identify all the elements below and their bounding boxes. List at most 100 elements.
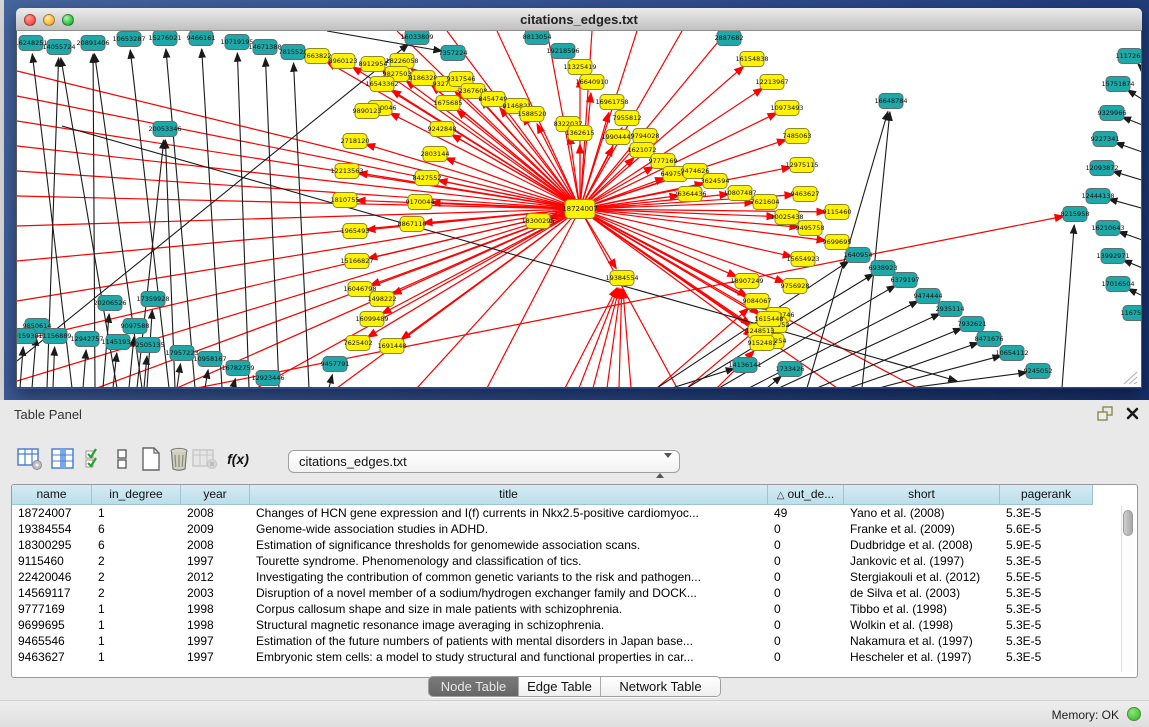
graph-node-14671388[interactable]: 14671388 bbox=[248, 40, 281, 55]
graph-node-8427552[interactable]: 8427552 bbox=[413, 171, 442, 186]
table-row[interactable]: 1872400712008Changes of HCN gene express… bbox=[12, 505, 1093, 521]
graph-node-1675685[interactable]: 1675685 bbox=[434, 96, 463, 111]
graph-node-19218596[interactable]: 19218596 bbox=[546, 44, 579, 59]
graph-node-2718120[interactable]: 2718120 bbox=[341, 134, 370, 149]
graph-node-11156889[interactable]: 11156889 bbox=[38, 329, 71, 344]
graph-node-18724007[interactable]: 18724007 bbox=[562, 200, 598, 219]
table-body[interactable]: 1872400712008Changes of HCN gene express… bbox=[12, 505, 1093, 665]
graph-node-9756928[interactable]: 9756928 bbox=[781, 279, 810, 294]
graph-node-1691448[interactable]: 1691448 bbox=[378, 339, 407, 354]
graph-node-9115460[interactable]: 9115460 bbox=[823, 205, 852, 220]
tab-network-table[interactable]: Network Table bbox=[601, 677, 720, 696]
graph-node-7625402[interactable]: 7625402 bbox=[344, 336, 373, 351]
graph-node-8960123[interactable]: 8960123 bbox=[329, 54, 358, 69]
graph-node-11325419[interactable]: 11325419 bbox=[563, 60, 596, 75]
graph-node-1640954[interactable]: 1640954 bbox=[844, 248, 873, 263]
table-row[interactable]: 1456911722003Disruption of a novel membe… bbox=[12, 585, 1093, 601]
graph-node-3624594[interactable]: 3624594 bbox=[701, 174, 730, 189]
function-builder-icon[interactable]: f(x) bbox=[224, 446, 252, 472]
graph-node-1810755[interactable]: 1810755 bbox=[331, 193, 360, 208]
graph-node-1167534[interactable]: 1167534 bbox=[1121, 306, 1141, 321]
graph-node-15166827[interactable]: 15166827 bbox=[340, 254, 373, 269]
table-row[interactable]: 911546021997Tourette syndrome. Phenomeno… bbox=[12, 553, 1093, 569]
graph-node-16033809[interactable]: 16033809 bbox=[400, 31, 433, 45]
graph-node-7932621[interactable]: 7932621 bbox=[958, 317, 987, 332]
graph-node-2887682[interactable]: 2887682 bbox=[715, 31, 744, 46]
graph-node-17359928[interactable]: 17359928 bbox=[136, 292, 169, 307]
graph-node-10654112[interactable]: 10654112 bbox=[995, 346, 1028, 361]
graph-node-11451934[interactable]: 11451934 bbox=[101, 335, 134, 350]
graph-node-16961758[interactable]: 16961758 bbox=[595, 95, 628, 110]
column-header-out_de[interactable]: △out_de... bbox=[768, 485, 844, 505]
graph-node-12213967[interactable]: 12213967 bbox=[755, 75, 788, 90]
graph-node-9890123[interactable]: 9890123 bbox=[353, 104, 382, 119]
graph-node-12942757[interactable]: 12942757 bbox=[70, 332, 103, 347]
show-columns-icon[interactable] bbox=[49, 446, 77, 472]
graph-node-9466161[interactable]: 9466161 bbox=[187, 31, 216, 46]
graph-node-7621604[interactable]: 7621604 bbox=[751, 195, 780, 210]
graph-node-26364436[interactable]: 26364436 bbox=[673, 187, 706, 202]
network-window[interactable]: citations_edges.txt 16248251140557242089… bbox=[16, 8, 1142, 389]
row-height-icon[interactable] bbox=[108, 446, 136, 472]
graph-node-8867110[interactable]: 8867110 bbox=[398, 217, 427, 232]
graph-node-1615448[interactable]: 1615448 bbox=[755, 312, 784, 327]
graph-node-1362615[interactable]: 1362615 bbox=[566, 126, 595, 141]
graph-node-20206526[interactable]: 20206526 bbox=[93, 296, 126, 311]
new-table-icon[interactable] bbox=[137, 446, 165, 472]
graph-node-9457791[interactable]: 9457791 bbox=[321, 357, 350, 372]
select-columns-checklist-icon[interactable] bbox=[80, 446, 108, 472]
column-header-name[interactable]: name bbox=[12, 485, 92, 505]
graph-node-19384554[interactable]: 19384554 bbox=[605, 271, 638, 286]
table-vertical-scrollbar[interactable] bbox=[1121, 506, 1134, 672]
graph-node-13992971[interactable]: 13992971 bbox=[1096, 249, 1129, 264]
graph-node-16648784[interactable]: 16648784 bbox=[874, 94, 907, 109]
graph-node-12093872[interactable]: 12093872 bbox=[1085, 161, 1118, 176]
graph-node-15276021[interactable]: 15276021 bbox=[148, 31, 181, 46]
graph-node-1498222[interactable]: 1498222 bbox=[368, 292, 397, 307]
graph-node-9495758[interactable]: 9495758 bbox=[796, 221, 825, 236]
graph-node-1965493[interactable]: 1965493 bbox=[341, 224, 370, 239]
graph-node-9794028[interactable]: 9794028 bbox=[631, 129, 660, 144]
network-window-titlebar[interactable]: citations_edges.txt bbox=[16, 8, 1142, 31]
graph-node-1117264[interactable]: 1117264 bbox=[1116, 49, 1141, 64]
graph-node-9242848[interactable]: 9242848 bbox=[428, 122, 457, 137]
float-panel-icon[interactable] bbox=[1097, 406, 1114, 421]
table-row[interactable]: 2242004622012Investigating the contribut… bbox=[12, 569, 1093, 585]
graph-node-8813054[interactable]: 8813054 bbox=[523, 31, 552, 45]
resize-grip-icon[interactable] bbox=[1120, 371, 1138, 385]
column-header-short[interactable]: short bbox=[844, 485, 1000, 505]
graph-node-1588520[interactable]: 1588520 bbox=[518, 107, 547, 122]
table-settings-icon[interactable] bbox=[16, 446, 44, 472]
graph-node-15751874[interactable]: 15751874 bbox=[1101, 77, 1134, 92]
graph-node-16543362[interactable]: 16543362 bbox=[365, 77, 398, 92]
graph-node-7663822[interactable]: 7663822 bbox=[303, 49, 332, 64]
graph-node-18300295[interactable]: 18300295 bbox=[521, 214, 554, 229]
graph-node-14136141[interactable]: 14136141 bbox=[728, 358, 761, 373]
graph-node-8471676[interactable]: 8471676 bbox=[975, 332, 1004, 347]
graph-node-2935114[interactable]: 2935114 bbox=[936, 302, 965, 317]
column-header-title[interactable]: title bbox=[250, 485, 768, 505]
graph-node-17016504[interactable]: 17016504 bbox=[1101, 277, 1134, 292]
graph-node-8215958[interactable]: 8215958 bbox=[1061, 207, 1090, 222]
graph-node-16099489[interactable]: 16099489 bbox=[355, 312, 388, 327]
delete-rows-trash-icon[interactable] bbox=[165, 446, 193, 472]
graph-node-9463627[interactable]: 9463627 bbox=[791, 187, 820, 202]
graph-node-20053346[interactable]: 20053346 bbox=[148, 122, 181, 137]
graph-node-3915938[interactable]: 3915938 bbox=[17, 329, 38, 344]
graph-node-9699695[interactable]: 9699695 bbox=[823, 235, 852, 250]
graph-node-9152482[interactable]: 9152482 bbox=[748, 336, 777, 351]
graph-node-9097588[interactable]: 9097588 bbox=[121, 319, 150, 334]
graph-node-16782759[interactable]: 16782759 bbox=[221, 361, 254, 376]
graph-node-16154838[interactable]: 16154838 bbox=[735, 52, 768, 67]
graph-node-9227341[interactable]: 9227341 bbox=[1091, 132, 1120, 147]
graph-node-12923446[interactable]: 12923446 bbox=[251, 371, 284, 386]
graph-node-1733426[interactable]: 1733426 bbox=[776, 362, 805, 377]
table-row[interactable]: 1830029562008Estimation of significance … bbox=[12, 537, 1093, 553]
graph-node-18907249[interactable]: 18907249 bbox=[730, 274, 763, 289]
table-header-row[interactable]: namein_degreeyeartitle△out_de...shortpag… bbox=[12, 485, 1093, 505]
node-attribute-table[interactable]: namein_degreeyeartitle△out_de...shortpag… bbox=[11, 484, 1138, 678]
table-row[interactable]: 1938455462009Genome-wide association stu… bbox=[12, 521, 1093, 537]
scrollbar-thumb[interactable] bbox=[1123, 510, 1133, 536]
graph-node-9245052[interactable]: 9245052 bbox=[1024, 364, 1053, 379]
graph-node-9084067[interactable]: 9084067 bbox=[743, 294, 772, 309]
